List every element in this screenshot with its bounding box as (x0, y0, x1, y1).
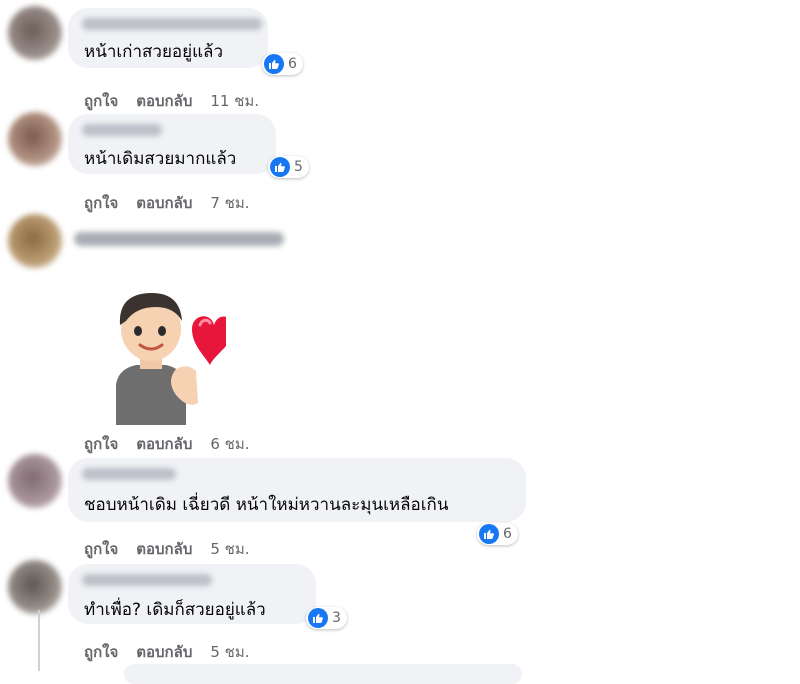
like-link[interactable]: ถูกใจ (84, 432, 118, 456)
thumbs-up-icon (479, 524, 499, 544)
reaction-count: 6 (288, 56, 297, 72)
reply-bubble-partial (124, 664, 522, 684)
timestamp[interactable]: 6 ชม. (210, 432, 249, 456)
avatar-heart-sticker (116, 293, 226, 425)
avatar[interactable] (8, 6, 62, 60)
timestamp[interactable]: 5 ชม. (210, 537, 249, 561)
thumbs-up-icon (264, 54, 284, 74)
avatar[interactable] (8, 454, 62, 508)
reply-thread-line (38, 610, 40, 671)
comment-actions: ถูกใจ ตอบกลับ 5 ชม. (84, 640, 250, 664)
reply-link[interactable]: ตอบกลับ (136, 89, 192, 113)
comment-bubble: หน้าเดิมสวยมากแล้ว (68, 114, 276, 174)
author-name[interactable] (82, 18, 262, 30)
thumbs-up-icon (308, 608, 328, 628)
reaction-count: 3 (332, 610, 341, 626)
comment-text: หน้าเก่าสวยอยู่แล้ว (84, 42, 223, 62)
reaction-count: 6 (503, 526, 512, 542)
avatar[interactable] (8, 112, 62, 166)
reply-link[interactable]: ตอบกลับ (136, 640, 192, 664)
comment-bubble: ทำเพื่อ? เดิมก็สวยอยู่แล้ว (68, 564, 316, 624)
comment-actions: ถูกใจ ตอบกลับ 11 ชม. (84, 89, 259, 113)
reply-link[interactable]: ตอบกลับ (136, 537, 192, 561)
comment-bubble: ชอบหน้าเดิม เฉี่ยวดี หน้าใหม่หวานละมุนเห… (68, 458, 526, 522)
reply-link[interactable]: ตอบกลับ (136, 191, 192, 215)
author-name[interactable] (74, 232, 284, 246)
avatar[interactable] (8, 560, 62, 614)
reply-link[interactable]: ตอบกลับ (136, 432, 192, 456)
comment-text: ทำเพื่อ? เดิมก็สวยอยู่แล้ว (84, 600, 266, 620)
reaction-summary[interactable]: 3 (306, 607, 347, 629)
comment-actions: ถูกใจ ตอบกลับ 6 ชม. (84, 432, 250, 456)
like-link[interactable]: ถูกใจ (84, 640, 118, 664)
author-name[interactable] (82, 468, 176, 480)
reaction-summary[interactable]: 6 (262, 53, 303, 75)
timestamp[interactable]: 7 ชม. (210, 191, 249, 215)
timestamp[interactable]: 5 ชม. (210, 640, 249, 664)
like-link[interactable]: ถูกใจ (84, 191, 118, 215)
like-link[interactable]: ถูกใจ (84, 89, 118, 113)
reaction-summary[interactable]: 6 (477, 523, 518, 545)
reaction-summary[interactable]: 5 (268, 156, 309, 178)
timestamp[interactable]: 11 ชม. (210, 89, 259, 113)
thumbs-up-icon (270, 157, 290, 177)
reaction-count: 5 (294, 159, 303, 175)
author-name[interactable] (82, 574, 212, 586)
comment-text: ชอบหน้าเดิม เฉี่ยวดี หน้าใหม่หวานละมุนเห… (84, 495, 449, 515)
author-name[interactable] (82, 124, 162, 136)
comment-text: หน้าเดิมสวยมากแล้ว (84, 149, 237, 169)
like-link[interactable]: ถูกใจ (84, 537, 118, 561)
comment-actions: ถูกใจ ตอบกลับ 5 ชม. (84, 537, 250, 561)
comment-bubble: หน้าเก่าสวยอยู่แล้ว (68, 8, 268, 68)
avatar[interactable] (8, 214, 62, 268)
comment-actions: ถูกใจ ตอบกลับ 7 ชม. (84, 191, 250, 215)
